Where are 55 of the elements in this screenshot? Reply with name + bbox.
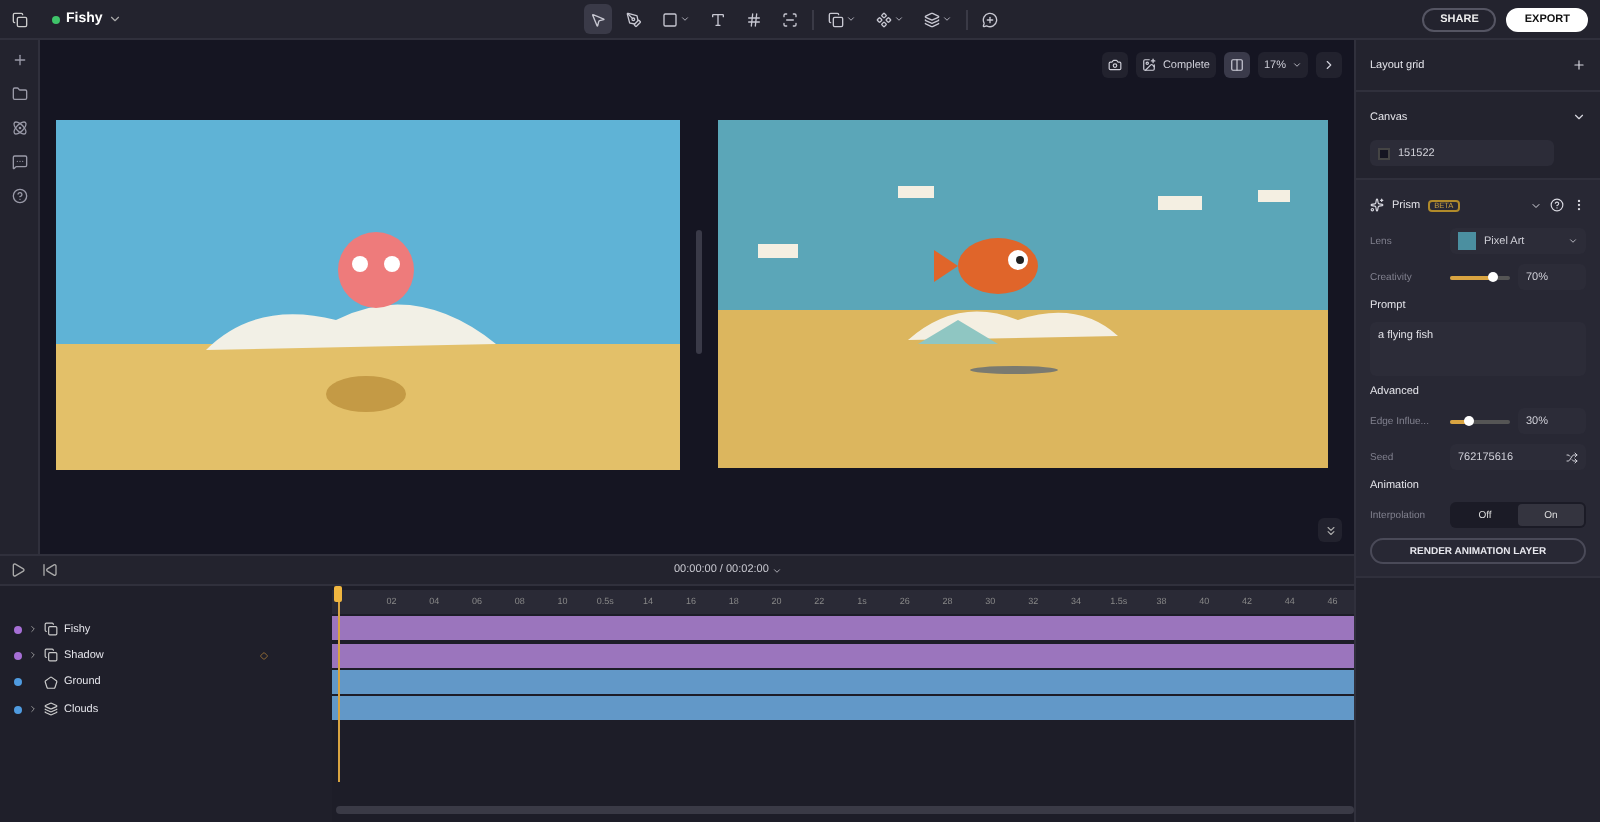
layer-icon — [44, 622, 58, 637]
chevron-right-icon — [1322, 58, 1336, 72]
track-bar[interactable] — [332, 643, 1354, 668]
more-icon[interactable] — [1572, 198, 1586, 212]
frame-icon — [746, 11, 762, 27]
expand-icon[interactable] — [28, 650, 38, 661]
skip-back-icon[interactable] — [42, 562, 58, 578]
track-bar[interactable] — [332, 696, 1354, 721]
chevron-down-icon[interactable] — [108, 12, 123, 26]
camera-icon — [1108, 58, 1123, 72]
rectangle-icon — [662, 11, 678, 27]
columns-icon — [1229, 58, 1244, 72]
component-icon — [876, 11, 892, 27]
pointer-tool-button[interactable] — [584, 4, 612, 34]
slider-thumb[interactable] — [1487, 272, 1497, 282]
track-bar[interactable] — [332, 669, 1354, 694]
comment-icon — [982, 11, 998, 27]
caret-icon — [772, 565, 783, 575]
chevron-down-icon[interactable] — [1572, 110, 1586, 124]
play-icon[interactable] — [10, 562, 26, 578]
image-plus-icon — [1142, 58, 1157, 72]
pen-icon — [626, 11, 642, 27]
expand-icon[interactable] — [28, 704, 38, 715]
color-swatch[interactable] — [1378, 147, 1390, 159]
caret-icon — [1292, 60, 1302, 70]
layer-icon — [44, 675, 58, 690]
folder-icon[interactable] — [11, 86, 27, 102]
caret-icon — [680, 14, 690, 24]
playhead[interactable] — [334, 586, 343, 782]
pointer-icon — [590, 11, 606, 27]
caret-icon — [1568, 236, 1578, 246]
text-icon — [710, 11, 726, 27]
caret-icon — [942, 14, 952, 24]
focus-icon — [782, 11, 798, 27]
add-icon[interactable] — [11, 52, 27, 68]
help-icon[interactable] — [11, 188, 27, 204]
caret-icon — [846, 14, 856, 24]
logo-icon[interactable] — [12, 11, 28, 27]
camera-button[interactable] — [1102, 52, 1129, 78]
add-icon[interactable] — [1572, 58, 1586, 72]
expand-icon[interactable] — [28, 624, 38, 635]
layer-icon — [44, 702, 58, 717]
next-button[interactable] — [1316, 52, 1342, 78]
layer-icon — [44, 648, 58, 663]
collapse-button[interactable] — [1318, 518, 1342, 542]
track-bar[interactable] — [332, 616, 1354, 641]
split-view-button[interactable] — [1223, 52, 1250, 78]
slider-thumb[interactable] — [1463, 416, 1473, 426]
split-handle[interactable] — [696, 230, 702, 354]
lens-thumbnail — [1458, 232, 1476, 250]
atom-icon[interactable] — [11, 120, 27, 136]
chat-icon[interactable] — [11, 154, 27, 170]
chevrons-down-icon — [1323, 523, 1337, 537]
caret-icon — [894, 14, 904, 24]
shuffle-icon[interactable] — [1566, 451, 1578, 463]
